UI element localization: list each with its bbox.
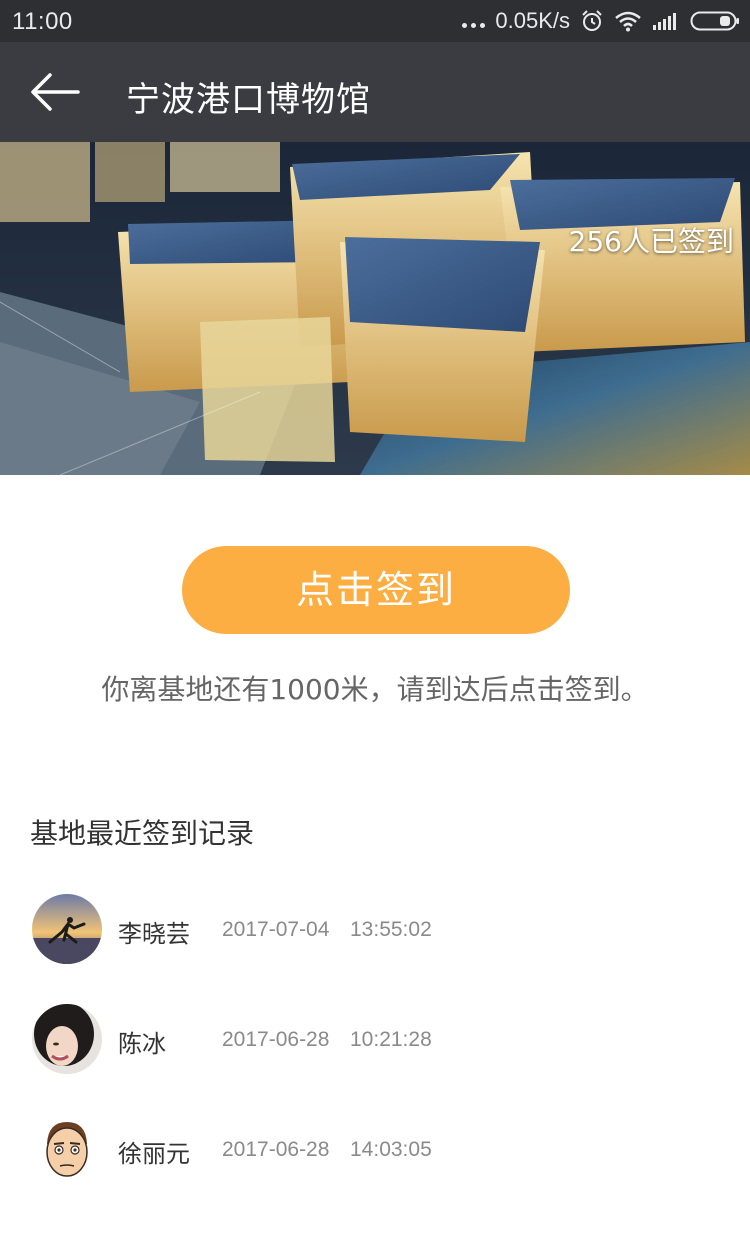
status-time: 11:00 bbox=[12, 8, 73, 35]
checkin-count: 256人已签到 bbox=[568, 225, 734, 258]
wifi-icon bbox=[614, 10, 642, 32]
record-name: 李晓芸 bbox=[118, 920, 190, 948]
more-dots-icon bbox=[462, 6, 486, 36]
screen: 11:00 0.05K/s 宁波港口博物馆 256人已签到 点击签到 你离基地还… bbox=[0, 0, 750, 1240]
record-time: 10:21:28 bbox=[350, 1028, 432, 1051]
checkin-button[interactable]: 点击签到 bbox=[182, 546, 570, 634]
record-date: 2017-06-28 bbox=[222, 1138, 330, 1161]
back-arrow-icon bbox=[31, 73, 80, 111]
nav-bar: 宁波港口博物馆 bbox=[0, 42, 750, 142]
record-name: 徐丽元 bbox=[118, 1140, 190, 1168]
record-item: 李晓芸 2017-07-04 13:55:02 bbox=[0, 892, 750, 1002]
avatar bbox=[32, 894, 102, 964]
record-list: 李晓芸 2017-07-04 13:55:02 陈冰 2017-06-28 10… bbox=[0, 892, 750, 1222]
back-button[interactable] bbox=[28, 70, 82, 114]
status-icons: 0.05K/s bbox=[462, 6, 740, 36]
museum-hero-image: 256人已签到 bbox=[0, 142, 750, 475]
avatar bbox=[32, 1114, 102, 1184]
page-title: 宁波港口博物馆 bbox=[126, 80, 371, 120]
record-item: 徐丽元 2017-06-28 14:03:05 bbox=[0, 1112, 750, 1222]
record-name: 陈冰 bbox=[118, 1030, 166, 1058]
record-time: 14:03:05 bbox=[350, 1138, 432, 1161]
alarm-icon bbox=[580, 9, 604, 33]
record-date: 2017-07-04 bbox=[222, 918, 330, 941]
status-bar: 11:00 0.05K/s bbox=[0, 0, 750, 42]
battery-icon bbox=[690, 10, 740, 32]
records-title: 基地最近签到记录 bbox=[30, 817, 255, 850]
distance-note: 你离基地还有1000米，请到达后点击签到。 bbox=[101, 673, 649, 706]
net-speed: 0.05K/s bbox=[495, 8, 570, 33]
record-time: 13:55:02 bbox=[350, 918, 432, 941]
record-item: 陈冰 2017-06-28 10:21:28 bbox=[0, 1002, 750, 1112]
signal-icon bbox=[652, 11, 680, 31]
avatar bbox=[32, 1004, 102, 1074]
record-date: 2017-06-28 bbox=[222, 1028, 330, 1051]
